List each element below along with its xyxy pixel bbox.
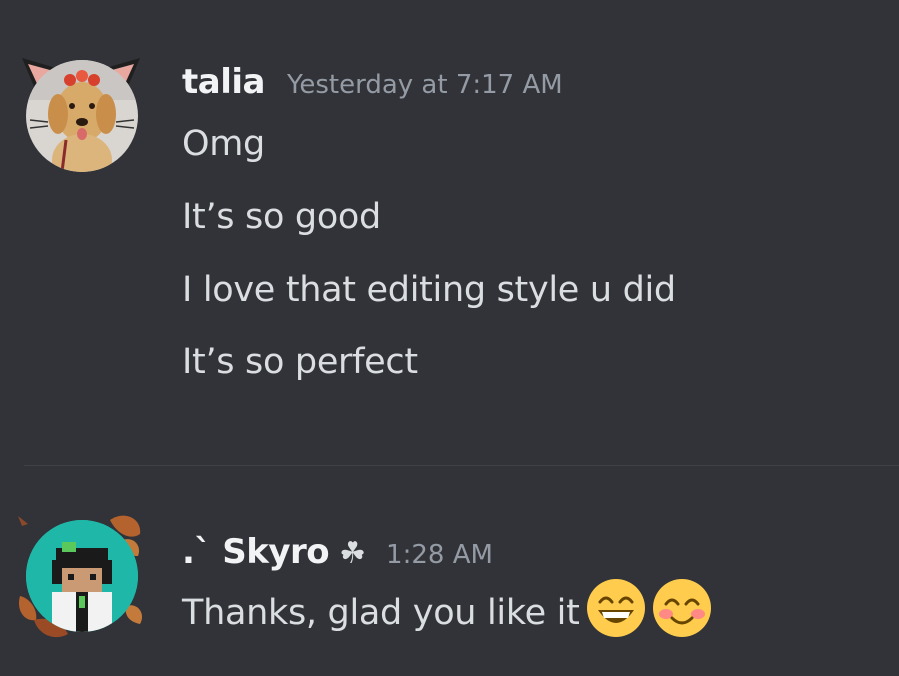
avatar-decoration[interactable] (14, 510, 148, 644)
timestamp[interactable]: 1:28 AM (386, 540, 493, 570)
message-header: .` Skyro ☘ 1:28 AM (182, 532, 493, 572)
message-text-row: Thanks, glad you like it (182, 579, 712, 644)
avatar-decoration[interactable] (14, 50, 148, 184)
dog-avatar-image (26, 60, 138, 172)
message-text: It’s so good (182, 197, 381, 237)
message-text: I love that editing style u did (182, 270, 676, 310)
avatar[interactable] (26, 60, 138, 172)
clover-icon: ☘ (339, 536, 367, 571)
username[interactable]: .` Skyro (182, 532, 330, 572)
chat-view: talia Yesterday at 7:17 AM Omg It’s so g… (0, 0, 899, 676)
pixel-character-avatar-image (26, 520, 138, 632)
timestamp[interactable]: Yesterday at 7:17 AM (287, 70, 563, 100)
message-text: Thanks, glad you like it (182, 593, 580, 633)
username[interactable]: talia (182, 62, 265, 102)
message-text: It’s so perfect (182, 342, 418, 382)
message-text: Omg (182, 124, 265, 164)
smiling-face-with-blush-emoji[interactable] (652, 578, 712, 638)
message-header: talia Yesterday at 7:17 AM (182, 62, 563, 102)
message-divider (24, 465, 899, 466)
avatar[interactable] (26, 520, 138, 632)
grinning-face-emoji[interactable] (586, 578, 646, 638)
